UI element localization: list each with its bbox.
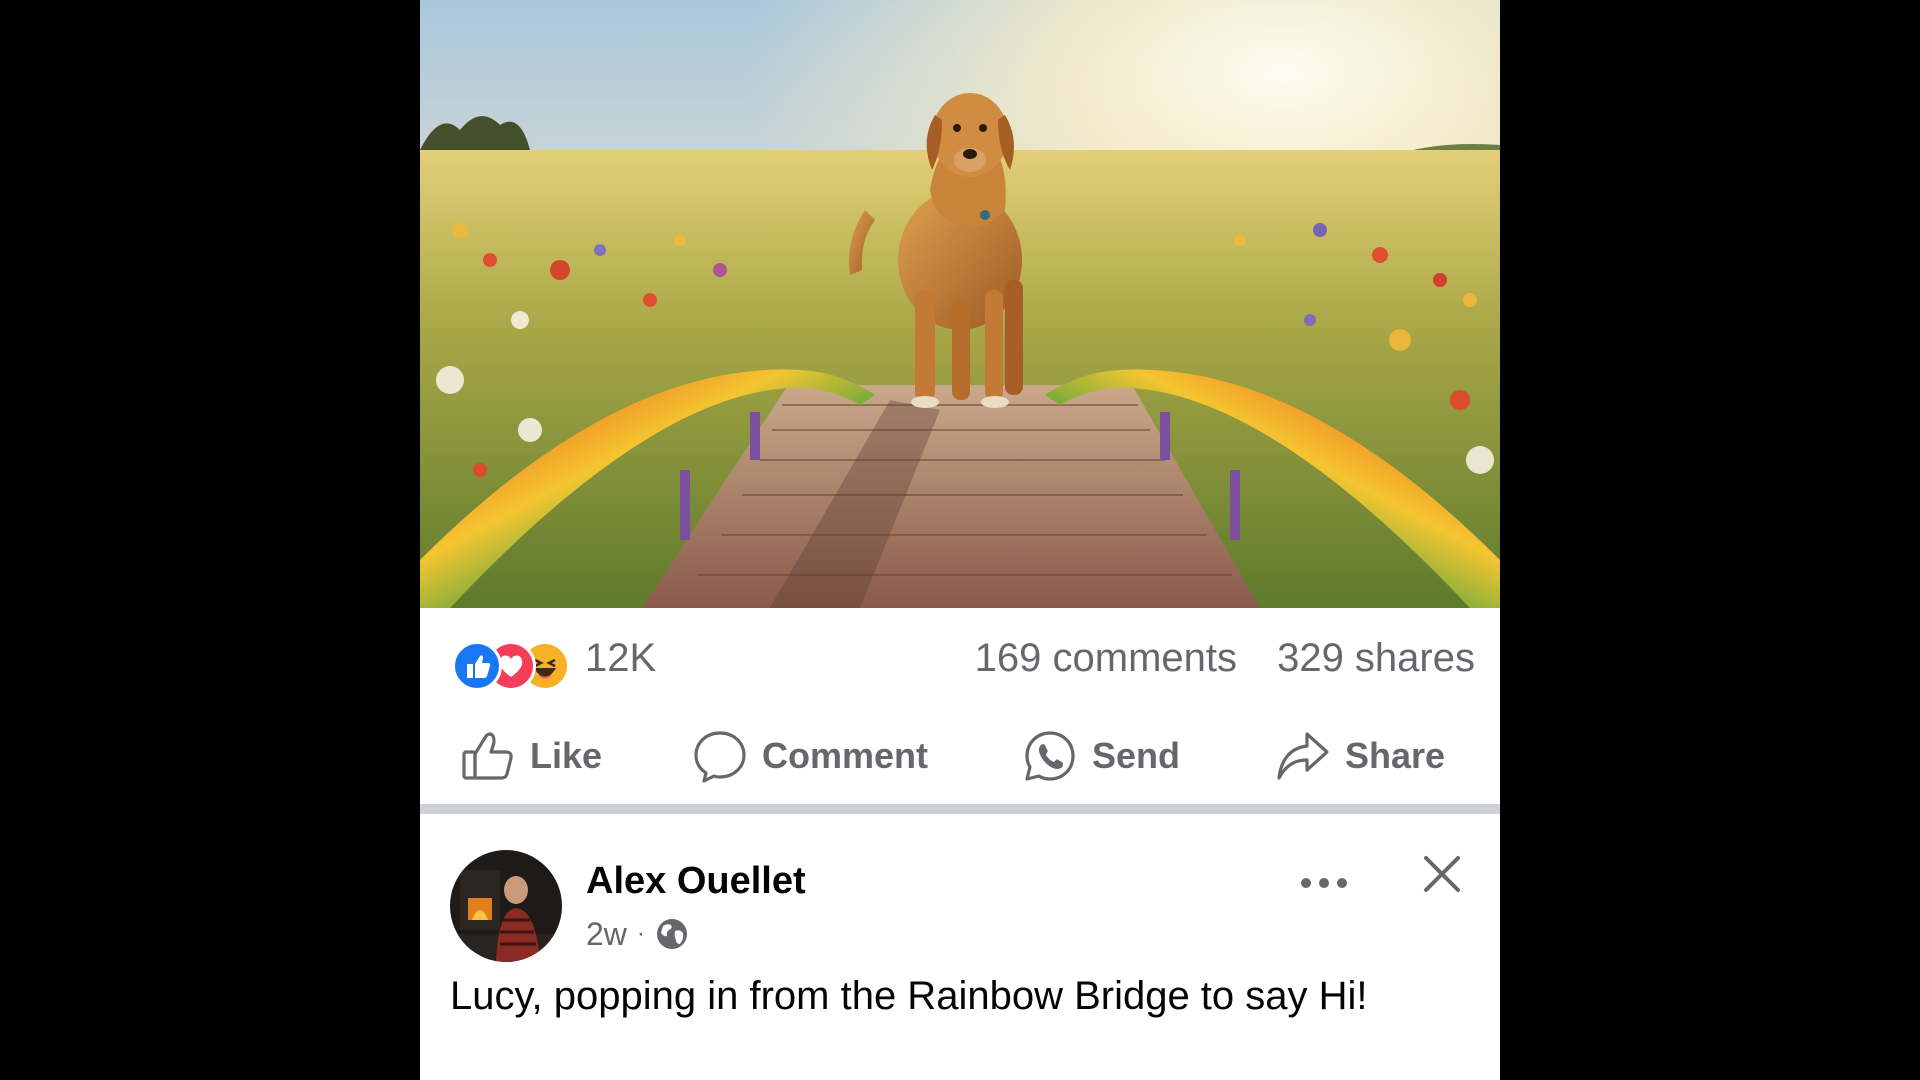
feed-panel: 12K 169 comments 329 shares Like Comment… [420, 0, 1500, 1080]
post-action-bar: Like Comment Send Share [420, 708, 1500, 804]
avatar[interactable] [450, 850, 562, 962]
send-label: Send [1092, 735, 1181, 776]
close-icon[interactable] [1418, 850, 1466, 898]
post-time[interactable]: 2w [586, 916, 627, 953]
comments-count[interactable]: 169 comments [975, 638, 1237, 678]
globe-icon [656, 919, 687, 949]
post-stats: 12K 169 comments 329 shares [420, 608, 1500, 708]
post-divider [420, 804, 1500, 814]
comment-label: Comment [762, 735, 929, 776]
reaction-icons[interactable] [452, 641, 570, 691]
thumbs-up-icon [462, 732, 513, 780]
send-button[interactable]: Send [1022, 728, 1180, 784]
meta-separator: · [636, 920, 645, 947]
post-photo[interactable] [420, 0, 1500, 608]
shares-count[interactable]: 329 shares [1277, 638, 1475, 678]
whatsapp-icon [1025, 731, 1075, 781]
share-label: Share [1345, 735, 1446, 776]
share-button[interactable]: Share [1275, 728, 1445, 784]
like-button[interactable]: Like [460, 728, 602, 784]
comment-button[interactable]: Comment [692, 728, 928, 784]
next-post: Alex Ouellet 2w · Lucy, popping in from … [420, 814, 1500, 1080]
more-options-icon[interactable] [1294, 866, 1354, 900]
comment-bubble-icon [694, 731, 746, 783]
share-arrow-icon [1277, 732, 1329, 780]
like-label: Like [530, 735, 603, 776]
post-meta: 2w · [586, 914, 689, 954]
like-reaction-icon [452, 641, 502, 691]
post-text: Lucy, popping in from the Rainbow Bridge… [450, 974, 1368, 1018]
reaction-count[interactable]: 12K [585, 638, 656, 678]
author-name[interactable]: Alex Ouellet [586, 860, 806, 903]
